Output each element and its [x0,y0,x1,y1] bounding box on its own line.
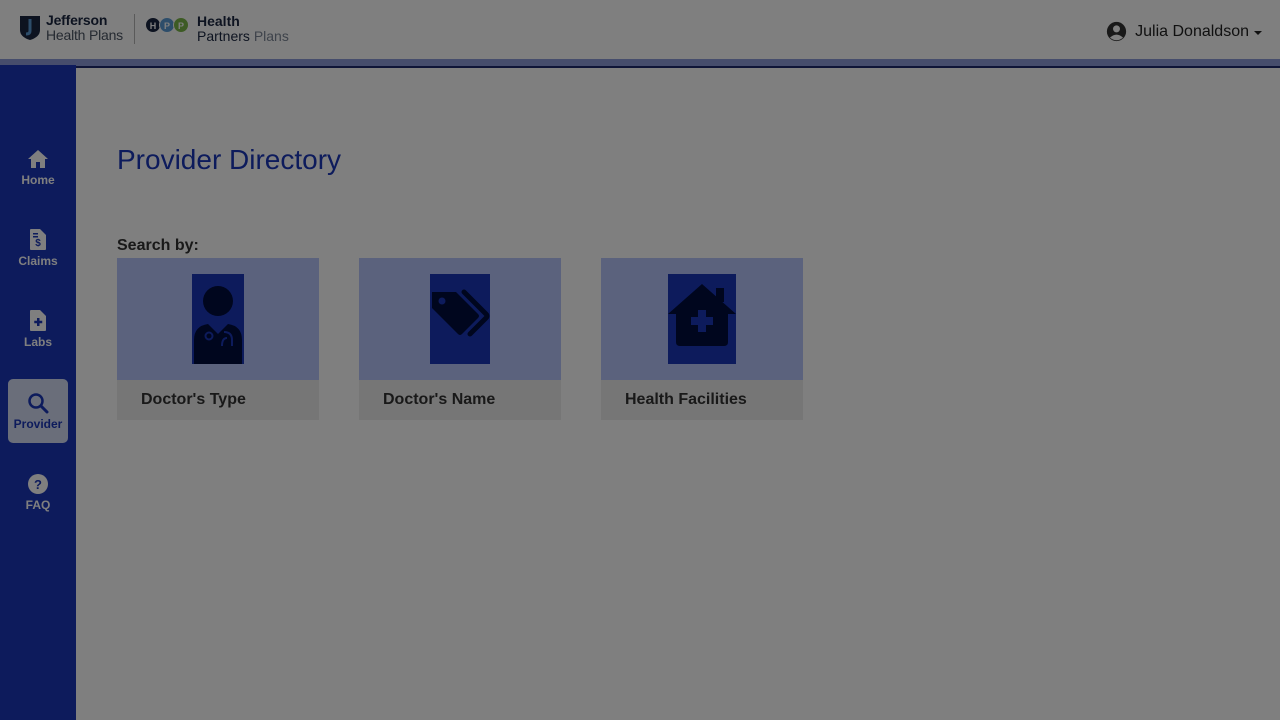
modal-backdrop-overlay[interactable] [0,0,1280,720]
